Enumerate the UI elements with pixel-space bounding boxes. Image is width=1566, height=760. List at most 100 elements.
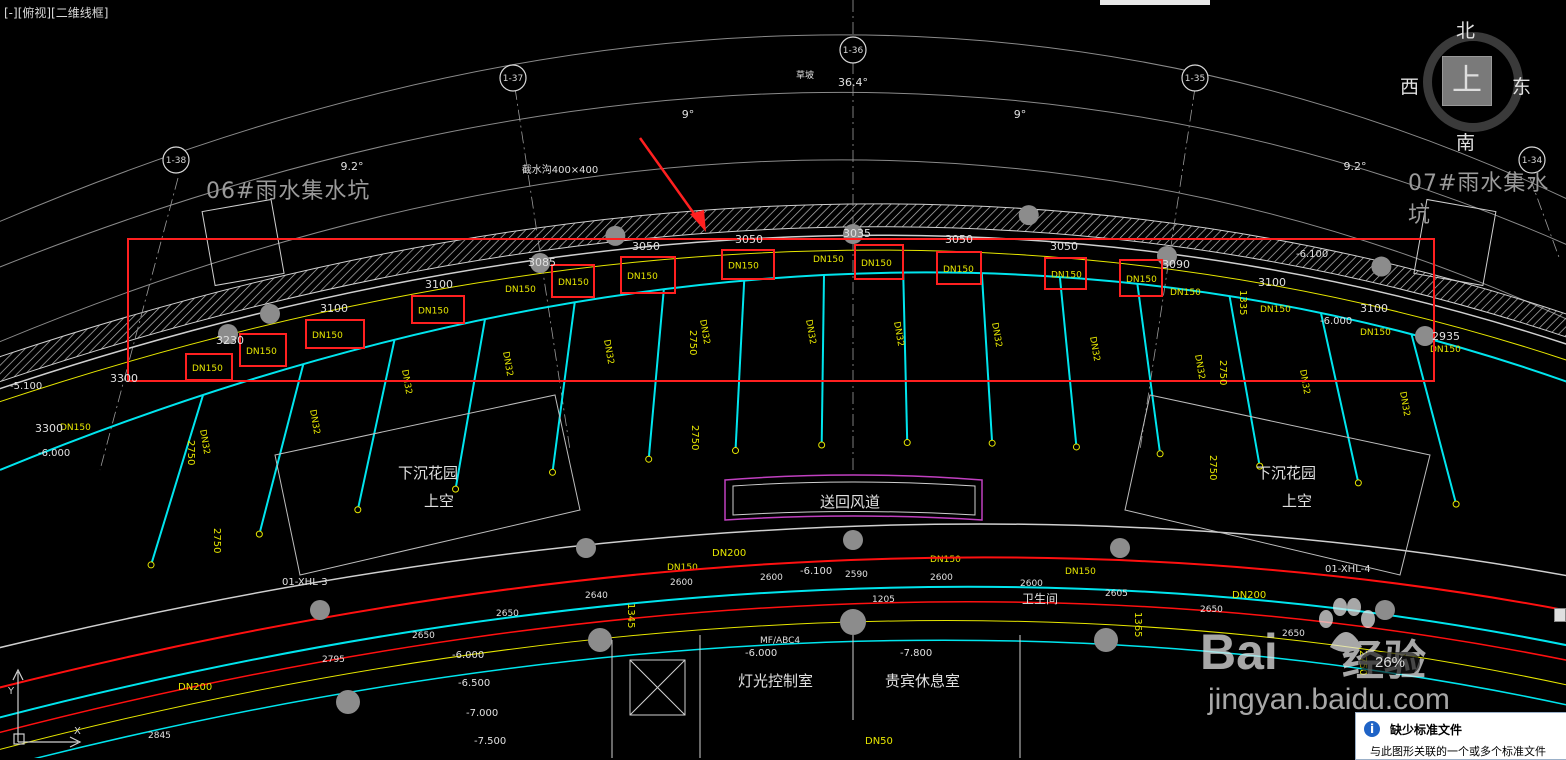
pipe-label: DN150 xyxy=(505,285,536,295)
dimension-label: 1335 xyxy=(1237,290,1248,315)
command-box[interactable] xyxy=(1100,0,1210,5)
dimension-label: 2600 xyxy=(670,578,693,588)
baidu-watermark: Bai 经验 jingyan.baidu.com xyxy=(1200,598,1500,725)
dimension-label: 2590 xyxy=(845,570,868,580)
dimension-label: 2650 xyxy=(496,609,519,619)
pipe-label: DN32 xyxy=(1297,369,1311,395)
compass-south[interactable]: 南 xyxy=(1456,128,1475,155)
zoom-indicator: 26% xyxy=(1360,652,1420,674)
column xyxy=(605,225,626,246)
room-sunken-right-sub: 上空 xyxy=(1282,492,1313,510)
grid-bubble-label: 1-37 xyxy=(503,74,523,84)
branch-pipes xyxy=(147,272,1460,569)
pipe-label: DN32 xyxy=(989,322,1003,348)
xhl-tag-right: 01-XHL-4 xyxy=(1325,564,1371,575)
dimension-label: 2605 xyxy=(1105,589,1128,599)
branch-pipe xyxy=(454,318,486,490)
pipe-label: DN150 xyxy=(1051,271,1082,281)
elev-label: -5.100 xyxy=(10,381,42,392)
notification-message[interactable]: 与此图形关联的一个或多个标准文件 xyxy=(1370,743,1546,759)
pipe-label: DN150 xyxy=(192,364,223,374)
pipe-label: DN150 xyxy=(728,262,759,272)
pipe-label: DN32 xyxy=(803,319,817,345)
bottom-pipe-label: DN50 xyxy=(865,736,893,747)
dimension-label: 2600 xyxy=(760,573,783,583)
branch-pipe xyxy=(150,394,205,566)
branch-pipe xyxy=(551,302,576,473)
viewport-label[interactable]: [-][俯视][二维线框] xyxy=(4,4,108,21)
lower-room-walls xyxy=(611,635,1021,758)
viewcube-top-face[interactable]: 上 xyxy=(1442,56,1492,106)
pipe-label: DN150 xyxy=(246,347,277,357)
room-toilet: 卫生间 xyxy=(1022,592,1059,606)
viewcube[interactable]: 上 北 南 东 西 xyxy=(1398,14,1538,154)
drain-point xyxy=(1452,500,1460,508)
dimension-label: 2640 xyxy=(585,591,608,601)
pipe-label: DN150 xyxy=(1126,275,1157,285)
branch-pipe xyxy=(1136,283,1162,454)
notification-popup[interactable]: i 缺少标准文件 与此图形关联的一个或多个标准文件 xyxy=(1355,712,1566,760)
compass-north[interactable]: 北 xyxy=(1456,16,1475,43)
dimension-label: 3230 xyxy=(216,334,244,347)
ucs-icon: Y X xyxy=(8,668,82,748)
watermark-brand: Bai xyxy=(1200,624,1278,680)
pipe-label: DN32 xyxy=(500,351,514,377)
drain-point xyxy=(1354,479,1362,487)
branch-pipe xyxy=(356,339,396,510)
dimension-label: 3100 xyxy=(425,278,453,291)
dimension-label: 3085 xyxy=(528,256,556,269)
xhl-tag-left: 01-XHL-3 xyxy=(282,577,328,588)
dimension-label: 3300 xyxy=(35,422,63,435)
column xyxy=(1018,205,1039,226)
branch-pipe xyxy=(647,289,665,460)
room-sunken-left: 下沉花园 xyxy=(398,464,459,482)
dimension-label: 2795 xyxy=(322,655,345,665)
ring-pipe-label: DN200 xyxy=(1232,590,1266,601)
column xyxy=(1371,256,1392,277)
dimension-label: 3090 xyxy=(1162,258,1190,271)
angle-center: 36.4° xyxy=(838,76,868,89)
dimension-label: 2750 xyxy=(211,528,222,553)
pipe-label: DN150 xyxy=(1065,567,1096,577)
dimension-label: 1205 xyxy=(872,595,895,605)
svg-text:X: X xyxy=(74,726,81,737)
pipe-label: DN32 xyxy=(197,429,211,455)
pipe-label: DN150 xyxy=(861,259,892,269)
elev-label: -6.000 xyxy=(745,648,777,659)
slope-label: 草坡 xyxy=(796,69,814,81)
grid-bubble-label: 1-35 xyxy=(1185,74,1205,84)
angle-right-half: 9° xyxy=(1014,108,1027,121)
elev-label: -6.100 xyxy=(800,566,832,577)
dimension-label: 3050 xyxy=(1050,240,1078,253)
drain-point xyxy=(1072,443,1080,451)
pipe-label: DN150 xyxy=(627,272,658,282)
pipe-label: DN150 xyxy=(60,423,91,433)
ring-pipe-label: DN200 xyxy=(712,548,746,559)
dimension-label: 3100 xyxy=(1360,302,1388,315)
elev-label: -6.500 xyxy=(458,678,490,689)
pipe-label: DN150 xyxy=(1360,328,1391,338)
dimension-label: 2650 xyxy=(412,631,435,641)
elev-label: -6.000 xyxy=(38,448,70,459)
pipe-label: DN32 xyxy=(891,321,905,347)
grid-bubble-label: 1-38 xyxy=(166,156,187,166)
dimension-label: 3035 xyxy=(843,227,871,240)
compass-east[interactable]: 东 xyxy=(1512,72,1531,99)
grid-bubble-label: 1-36 xyxy=(843,46,864,56)
pipe-label: DN32 xyxy=(697,319,711,345)
dimension-label: 2750 xyxy=(1207,455,1218,480)
pipe-label: DN150 xyxy=(1170,288,1201,298)
drain-point xyxy=(255,530,263,538)
vertical-scrollbar[interactable] xyxy=(1554,608,1566,622)
ring-pipe-label: DN200 xyxy=(178,682,212,693)
room-air-duct: 送回风道 xyxy=(820,493,881,511)
pipe-label: DN32 xyxy=(1087,336,1101,362)
pipe-label: DN32 xyxy=(1192,354,1206,380)
dimension-label: 3100 xyxy=(320,302,348,315)
tank-label-right: 07#雨水集水坑 xyxy=(1408,171,1550,228)
branch-pipe xyxy=(734,280,746,451)
elev-label: -6.000 xyxy=(1320,316,1352,327)
drain-point xyxy=(988,439,996,447)
drain-point xyxy=(732,447,740,455)
compass-west[interactable]: 西 xyxy=(1400,72,1419,99)
